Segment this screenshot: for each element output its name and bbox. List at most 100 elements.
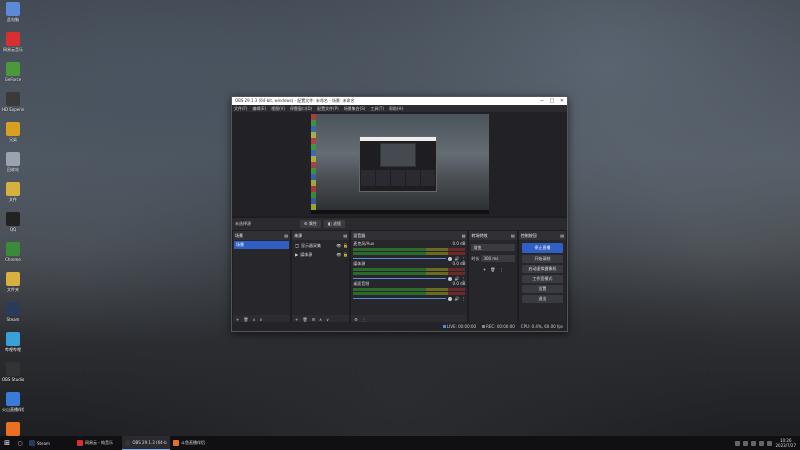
desktop-icon[interactable]: GeForce xyxy=(2,62,24,90)
filters-button[interactable]: ◧ 滤镜 xyxy=(323,220,345,228)
volume-knob[interactable] xyxy=(448,256,453,261)
desktop-icon[interactable]: Chrome xyxy=(2,242,24,270)
transition-select[interactable]: 渐变 xyxy=(471,244,515,251)
dock-menu-icon[interactable]: ▤ xyxy=(343,233,347,238)
visibility-icon[interactable]: 👁 xyxy=(336,243,341,248)
desktop-icon[interactable]: QQ xyxy=(2,212,24,240)
delete-transition-button[interactable]: 🗑 xyxy=(490,267,495,272)
search-icon[interactable]: ○ xyxy=(14,440,26,447)
tray-icon[interactable] xyxy=(751,440,757,446)
desktop-icon[interactable]: 文件夹 xyxy=(2,272,24,300)
taskbar-app-button[interactable]: 网易云 - 纯音乐 xyxy=(74,436,122,450)
desktop-icon-label: 兄弟 xyxy=(9,137,17,142)
volume-knob[interactable] xyxy=(448,276,453,281)
minimize-button[interactable]: ─ xyxy=(537,98,547,104)
source-item[interactable]: 🖵 显示器采集 👁 🔓 xyxy=(293,241,348,250)
dock-menu-icon[interactable]: ▤ xyxy=(284,233,288,238)
mixer-menu-icon[interactable]: ⋮ xyxy=(362,317,366,322)
desktop-icon[interactable]: HD Experience xyxy=(2,92,24,120)
desktop-icon[interactable]: OBS Studio xyxy=(2,362,24,390)
desktop-icon-label: Steam xyxy=(6,317,20,322)
desktop-icon[interactable]: 哔哩哔哩 xyxy=(2,332,24,360)
transition-menu-icon[interactable]: ⋮ xyxy=(499,267,503,272)
lock-icon[interactable]: 🔓 xyxy=(343,243,348,248)
transition-actions: + 🗑 ⋮ xyxy=(471,265,514,274)
channel-menu-icon[interactable]: ⋮ xyxy=(461,296,465,301)
tray-icon[interactable] xyxy=(743,440,749,446)
desktop-icon-label: QQ xyxy=(9,227,17,232)
channel-name: 媒体源 xyxy=(353,261,366,266)
volume-slider[interactable] xyxy=(353,258,447,259)
delete-source-button[interactable]: 🗑 xyxy=(302,317,307,322)
volume-slider[interactable] xyxy=(353,298,447,299)
desktop-icon[interactable]: 回收站 xyxy=(2,152,24,180)
desktop-icon[interactable]: 兄弟 xyxy=(2,122,24,150)
no-source-label: 未选择源 xyxy=(235,221,251,226)
menu-item[interactable]: 文件(F) xyxy=(234,106,247,112)
advanced-audio-button[interactable]: ⚙ xyxy=(354,317,358,322)
control-button[interactable]: 开始录制 xyxy=(521,255,563,263)
visibility-icon[interactable]: 👁 xyxy=(336,252,341,257)
start-button[interactable]: ⊞ xyxy=(0,439,14,447)
control-button[interactable]: 退出 xyxy=(521,295,563,303)
move-up-button[interactable]: ∧ xyxy=(319,317,322,322)
desktop-icon[interactable]: 文件 xyxy=(2,182,24,210)
lock-icon[interactable]: 🔓 xyxy=(343,252,348,257)
dock-menu-icon[interactable]: ▤ xyxy=(462,233,466,238)
menu-item[interactable]: 编辑(E) xyxy=(252,106,266,112)
dock-menu-icon[interactable]: ▤ xyxy=(560,233,564,238)
controls-dock: 控制按钮 ▤ 停止直播 开始录制 启动虚拟摄像机 工作室模式 设置 退出 xyxy=(518,231,566,323)
desktop-icon[interactable]: 此电脑 xyxy=(2,2,24,30)
properties-button[interactable]: ⚙ 属性 xyxy=(300,220,321,228)
menu-item[interactable]: 场景集合(S) xyxy=(344,106,366,112)
add-scene-button[interactable]: + xyxy=(236,317,239,322)
preview-canvas[interactable] xyxy=(311,114,489,214)
menu-item[interactable]: 停靠窗口(D) xyxy=(290,106,312,112)
volume-icon[interactable] xyxy=(767,440,773,446)
speaker-icon[interactable]: 🔊 xyxy=(454,296,459,301)
obs-titlebar[interactable]: OBS 29.1.3 (64-bit, windows) - 配置文件: 未命名… xyxy=(232,97,567,105)
desktop-icon[interactable]: Steam xyxy=(2,302,24,330)
control-button[interactable]: 启动虚拟摄像机 xyxy=(521,265,563,273)
clock-date: 2023/7/27 xyxy=(775,443,796,448)
volume-meter xyxy=(353,272,466,275)
move-up-button[interactable]: ∧ xyxy=(252,317,255,322)
network-icon[interactable] xyxy=(759,440,765,446)
source-item[interactable]: ▶ 媒体源 👁 🔓 xyxy=(293,250,348,259)
volume-slider[interactable] xyxy=(353,278,447,279)
desktop-icon-label: 网易云音乐 xyxy=(3,47,23,52)
desktop-icon-label: 回收站 xyxy=(7,167,19,172)
move-down-button[interactable]: ∨ xyxy=(259,317,262,322)
volume-knob[interactable] xyxy=(448,296,453,301)
desktop-icon[interactable]: 网易云音乐 xyxy=(2,32,24,60)
taskbar-app-button[interactable]: 斗鱼直播伴侣 xyxy=(170,436,218,450)
add-source-button[interactable]: + xyxy=(295,317,298,322)
taskbar-app-button[interactable]: Steam xyxy=(26,436,74,450)
menu-item[interactable]: 视图(V) xyxy=(271,106,285,112)
move-down-button[interactable]: ∨ xyxy=(326,317,329,322)
menu-item[interactable]: 配置文件(P) xyxy=(317,106,339,112)
duration-input[interactable]: 300 ms xyxy=(481,255,515,262)
desktop-icon[interactable]: 火山直播伴侣 xyxy=(2,392,24,420)
delete-scene-button[interactable]: 🗑 xyxy=(243,317,248,322)
control-button[interactable]: 设置 xyxy=(521,285,563,293)
menu-item[interactable]: 帮助(H) xyxy=(389,106,403,112)
app-icon xyxy=(6,332,20,346)
control-button[interactable]: 停止直播 xyxy=(521,243,563,253)
clock[interactable]: 10:26 2023/7/27 xyxy=(775,438,796,448)
desktop-icon-label: Chrome xyxy=(5,257,21,262)
preview-area[interactable] xyxy=(232,112,567,216)
source-settings-button[interactable]: ⚙ xyxy=(312,317,316,322)
preview-desktop-icons xyxy=(311,114,316,214)
dock-menu-icon[interactable]: ▤ xyxy=(511,233,515,238)
control-button[interactable]: 工作室模式 xyxy=(521,275,563,283)
close-button[interactable]: ✕ xyxy=(557,98,567,104)
tray-icon[interactable] xyxy=(735,440,741,446)
add-transition-button[interactable]: + xyxy=(483,267,486,272)
scene-item[interactable]: 场景 xyxy=(234,241,290,249)
maximize-button[interactable]: □ xyxy=(547,98,557,104)
app-icon xyxy=(6,302,20,316)
taskbar-app-button[interactable]: OBS 29.1.3 (64-bit) xyxy=(122,436,170,450)
menu-item[interactable]: 工具(T) xyxy=(370,106,384,112)
duration-label: 时长 xyxy=(471,255,480,261)
